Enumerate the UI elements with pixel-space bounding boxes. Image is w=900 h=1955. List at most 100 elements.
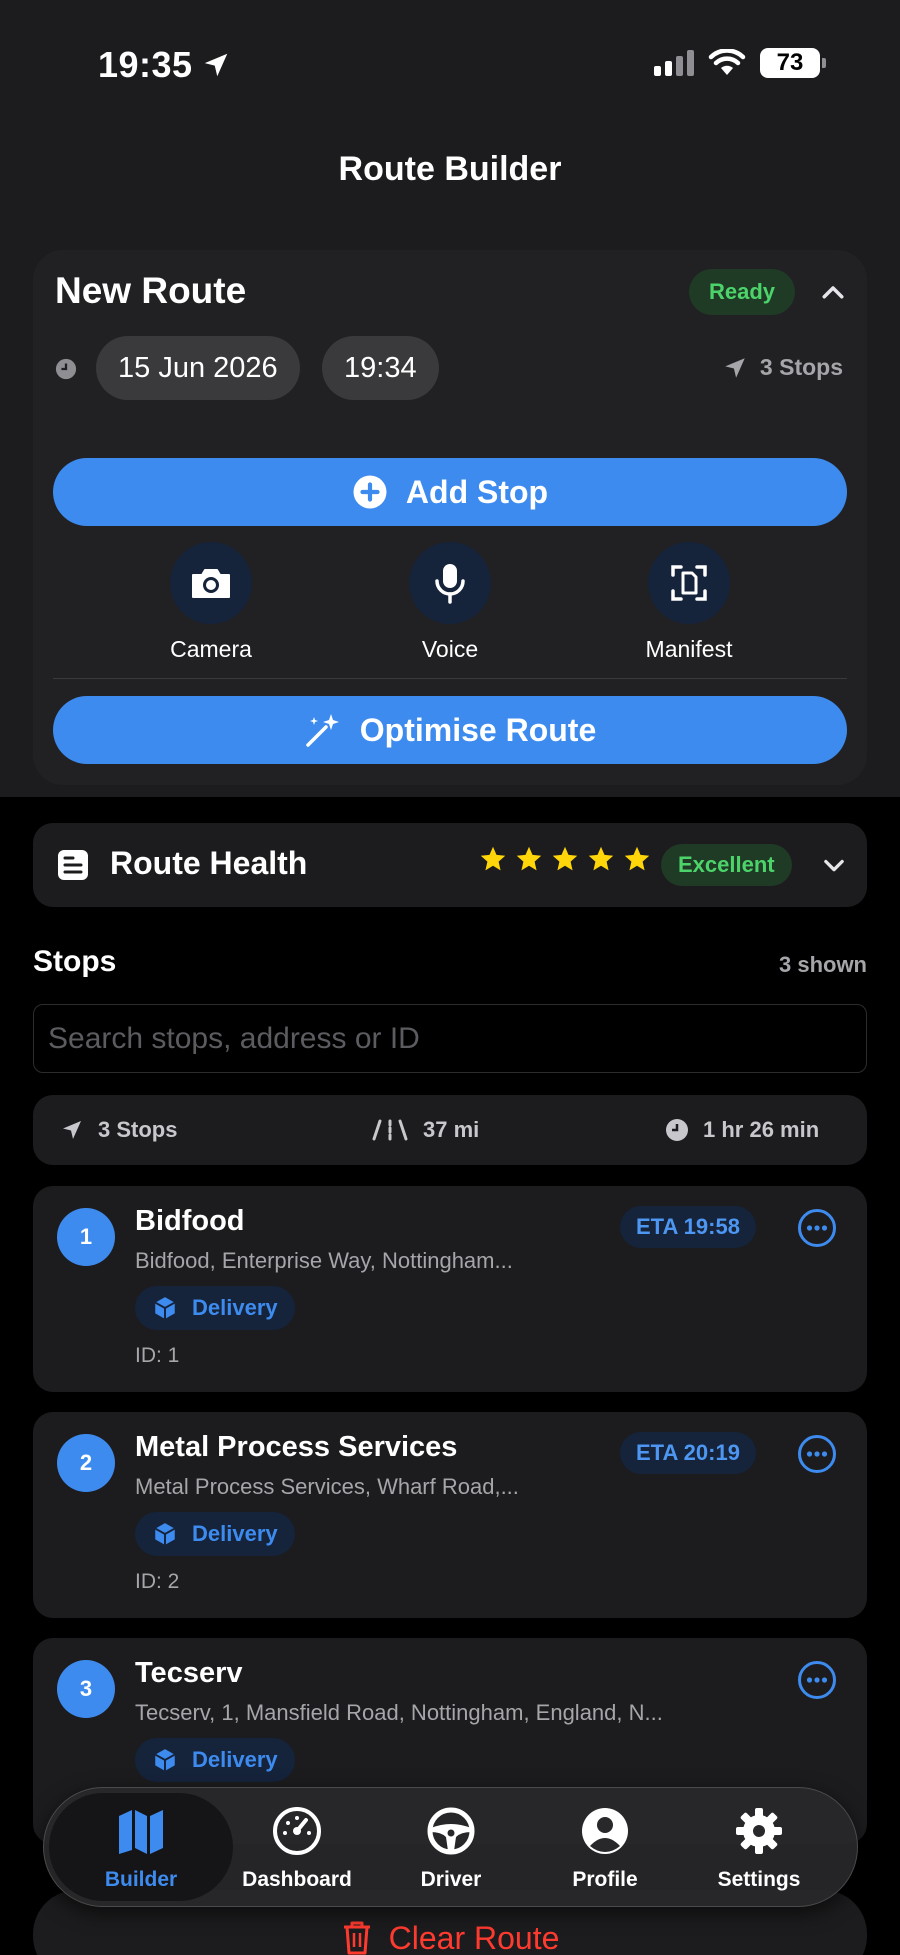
summary-stops-text: 3 Stops [98,1117,178,1142]
chevron-up-icon[interactable] [818,278,848,308]
document-icon [58,850,88,880]
cellular-signal-icon [654,50,694,76]
clear-route-label: Clear Route [388,1920,560,1955]
package-icon [154,1297,176,1319]
tab-builder-label: Builder [104,1868,178,1891]
route-name: New Route [55,270,247,311]
clock-icon [55,358,77,380]
stop-type-label: Delivery [192,1295,278,1320]
camera-label: Camera [170,636,252,662]
stop-id: ID: 1 [135,1344,180,1367]
battery-icon: 73 [760,48,826,78]
magic-wand-icon [306,714,339,747]
camera-icon-circle [170,542,252,624]
manifest-button[interactable]: Manifest [599,542,779,663]
microphone-icon [435,564,465,604]
shown-count: 3 shown [778,952,867,977]
stop-name: Bidfood [135,1205,245,1237]
camera-button[interactable]: Camera [121,542,301,663]
manifest-label: Manifest [645,636,733,662]
status-time-text: 19:35 [98,44,193,85]
clock-icon [666,1119,688,1141]
divider [53,678,847,679]
tab-dashboard[interactable]: Dashboard [220,1788,374,1906]
voice-button[interactable]: Voice [360,542,540,663]
star-icon [552,846,578,871]
stop-type-badge: Delivery [135,1512,295,1556]
more-options-icon[interactable] [797,1434,837,1474]
navigation-arrow-icon [725,357,745,378]
summary-duration: 1 hr 26 min [665,1095,819,1165]
summary-distance-text: 37 mi [423,1117,480,1142]
optimise-route-label: Optimise Route [359,711,597,748]
steering-wheel-icon [427,1807,475,1855]
voice-label: Voice [421,636,479,662]
add-stop-button[interactable]: Add Stop [53,458,847,526]
tab-settings[interactable]: Settings [682,1788,836,1906]
manifest-icon-circle [648,542,730,624]
stop-card[interactable]: 2 Metal Process Services Metal Process S… [33,1412,867,1618]
battery-level: 73 [776,49,804,76]
health-badge: Excellent [661,844,792,886]
add-stop-label: Add Stop [405,473,549,510]
person-icon [582,1808,628,1854]
stop-name: Tecserv [135,1657,243,1689]
eta-badge: ETA 19:58 [620,1206,756,1248]
package-icon [154,1749,176,1771]
tab-settings-label: Settings [717,1868,801,1891]
star-icon [588,846,614,871]
tab-bar: Builder Dashboard Driver Profile Setting… [43,1787,858,1907]
tab-dashboard-label: Dashboard [242,1868,352,1891]
tab-profile[interactable]: Profile [528,1788,682,1906]
summary-distance: 37 mi [371,1095,479,1165]
status-time: 19:35 [98,44,231,86]
camera-icon [192,569,230,598]
optimise-route-button[interactable]: Optimise Route [53,696,847,764]
more-options-icon[interactable] [797,1208,837,1248]
star-icon [624,846,650,871]
tab-driver[interactable]: Driver [374,1788,528,1906]
star-icon [480,846,506,871]
plus-circle-icon [353,475,387,509]
route-stops-label: 3 Stops [759,354,843,380]
chevron-down-icon[interactable] [820,851,848,879]
stop-type-badge: Delivery [135,1286,295,1330]
stop-address: Tecserv, 1, Mansfield Road, Nottingham, … [135,1700,663,1725]
tab-profile-label: Profile [572,1868,638,1891]
stop-card[interactable]: 1 Bidfood Bidfood, Enterprise Way, Notti… [33,1186,867,1392]
location-arrow-icon [204,53,227,77]
route-health-title: Route Health [110,845,308,881]
road-icon [372,1119,408,1141]
more-options-icon[interactable] [797,1660,837,1700]
stop-number: 2 [57,1434,115,1492]
summary-duration-text: 1 hr 26 min [703,1117,820,1142]
package-icon [154,1523,176,1545]
route-health-card[interactable]: Route Health Excellent [33,823,867,907]
stop-type-label: Delivery [192,1747,278,1772]
route-summary: 3 Stops 37 mi 1 hr 26 min [33,1095,867,1165]
stop-id: ID: 2 [135,1570,180,1593]
time-picker[interactable]: 19:34 [322,336,439,400]
route-card: New Route Ready 15 Jun 2026 19:34 3 Stop… [33,250,867,785]
manifest-scan-icon [671,565,707,601]
trash-icon [343,1921,370,1955]
rating-stars [479,845,651,873]
stop-type-badge: Delivery [135,1738,295,1782]
date-picker[interactable]: 15 Jun 2026 [96,336,300,400]
star-icon [516,846,542,871]
map-icon [119,1810,163,1854]
stop-address: Bidfood, Enterprise Way, Nottingham... [135,1248,513,1273]
microphone-icon-circle [409,542,491,624]
tab-driver-label: Driver [420,1868,482,1891]
eta-badge: ETA 20:19 [620,1432,756,1474]
navigation-arrow-icon [63,1121,81,1139]
stops-heading: Stops [33,945,117,978]
summary-stops: 3 Stops [60,1095,177,1165]
stop-type-label: Delivery [192,1521,278,1546]
page-title: Route Builder [338,150,562,188]
stop-number: 1 [57,1208,115,1266]
route-stops-count: 3 Stops [722,354,843,381]
stop-name: Metal Process Services [135,1431,458,1463]
tab-builder[interactable]: Builder [64,1788,218,1906]
search-input[interactable] [33,1004,867,1073]
